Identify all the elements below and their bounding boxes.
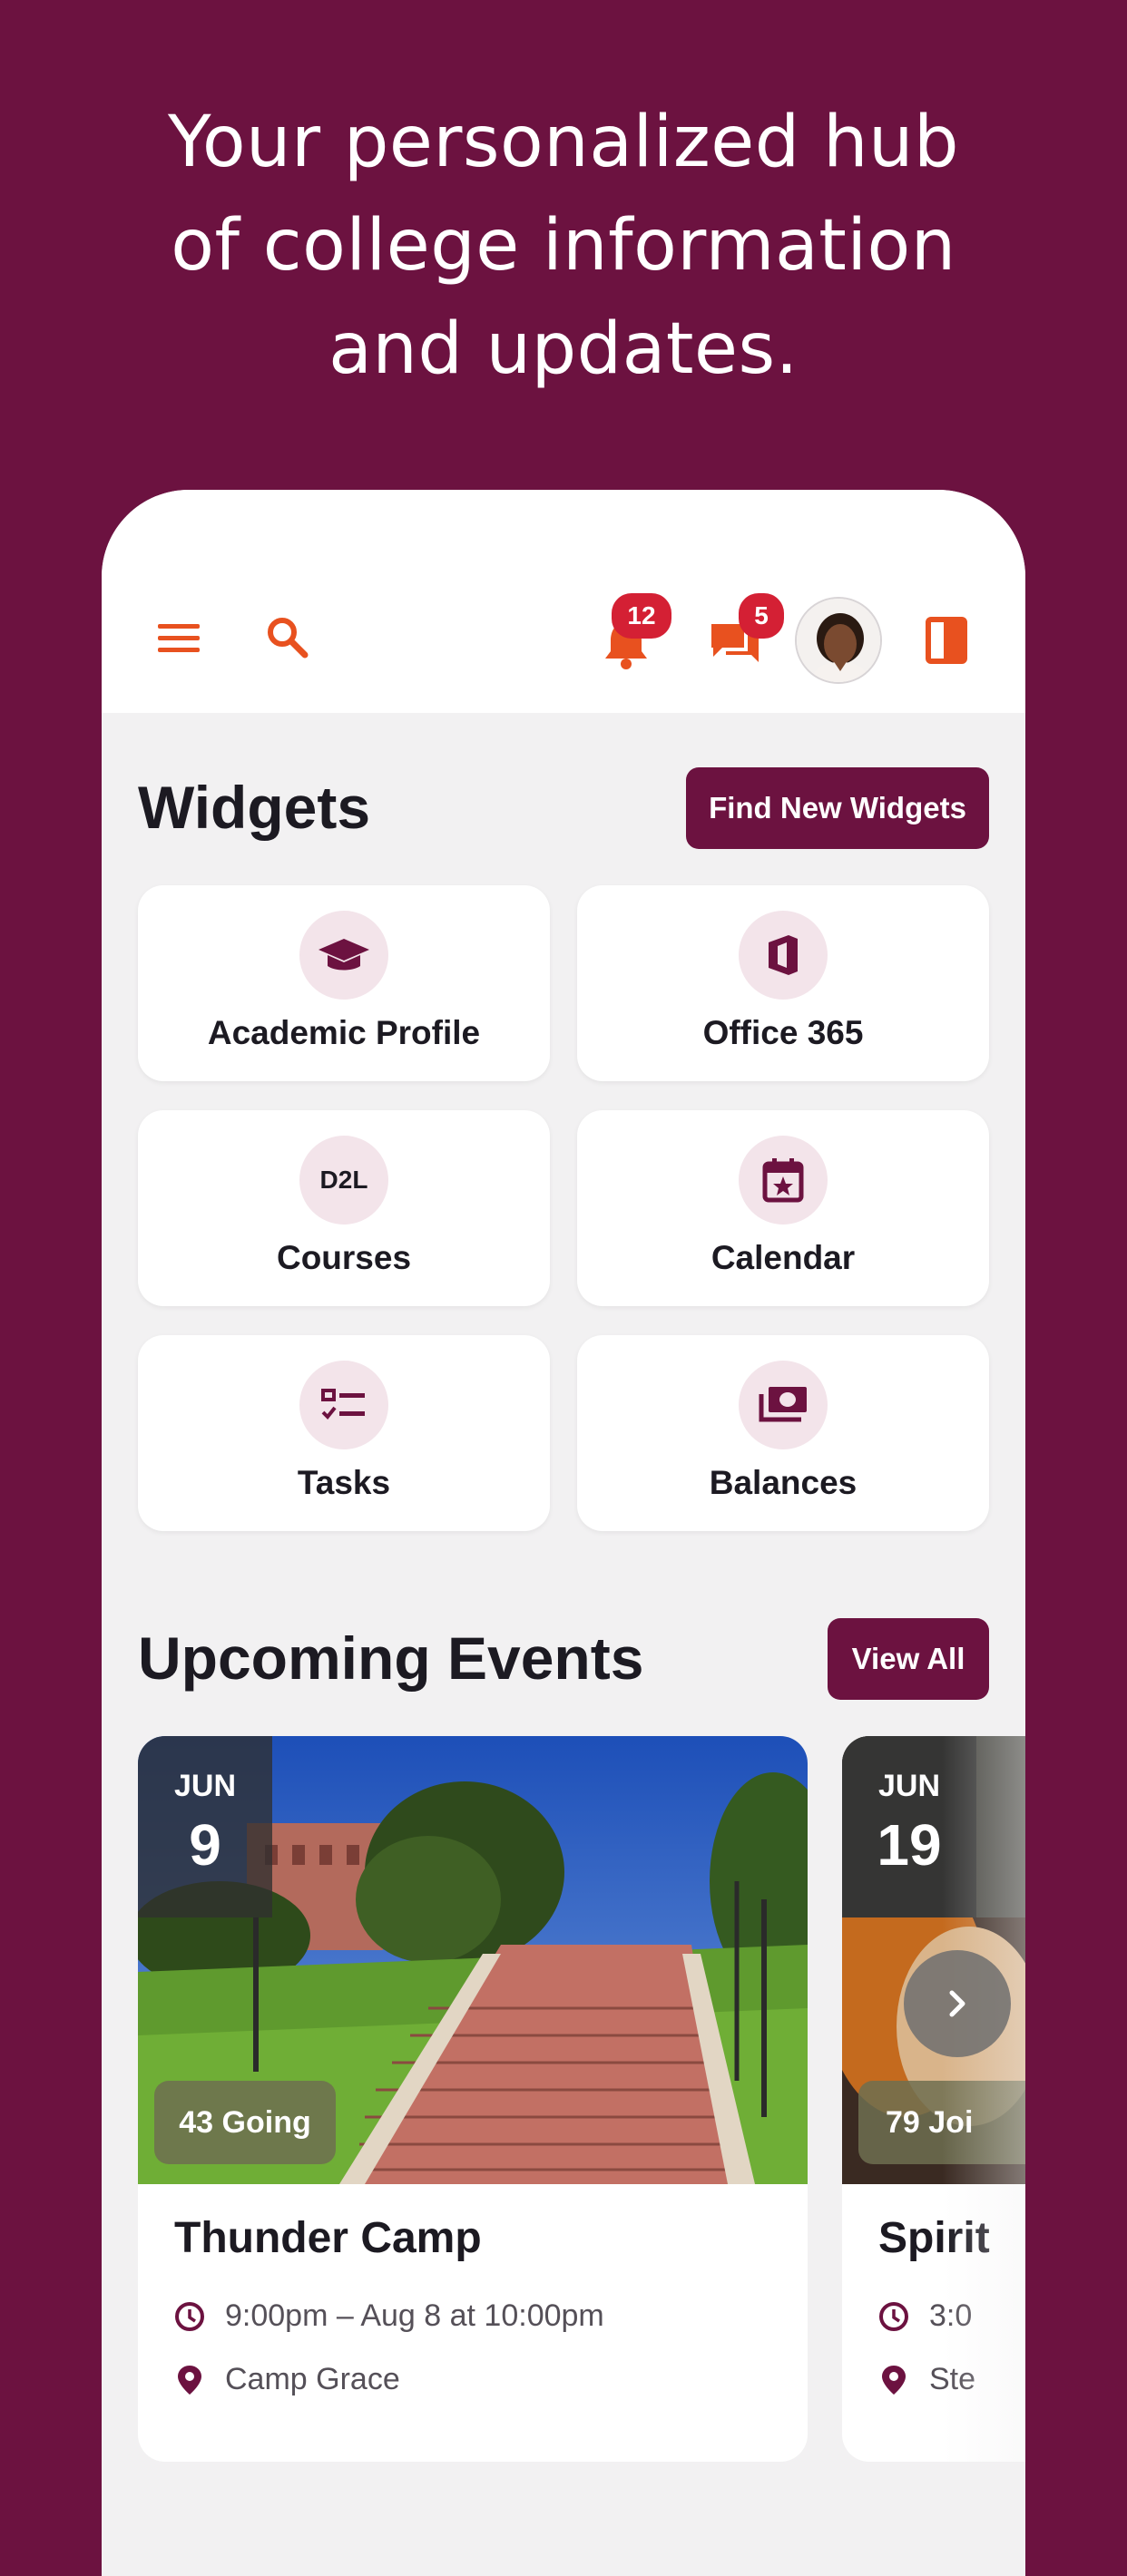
location-pin-icon [178,2365,201,2395]
widget-label: Academic Profile [207,1014,481,1051]
widget-label: Calendar [710,1239,856,1276]
widget-office-365[interactable]: Office 365 [577,885,989,1081]
event-card[interactable]: JUN 9 43 Going Thunder Camp 9:00pm – Aug… [138,1736,808,2462]
chevron-right-icon [949,1990,965,2017]
find-new-widgets-button[interactable]: Find New Widgets [686,767,989,849]
upcoming-events-title: Upcoming Events [138,1625,644,1692]
avatar[interactable] [795,597,882,684]
event-month: JUN [173,1769,237,1803]
event-card[interactable]: JUN 19 79 Joi Spirit 3:0 Ste [842,1736,1025,2462]
headline-line-2: of college information [171,205,956,287]
card-fade-overlay [942,1736,1025,2462]
carousel-next-button[interactable] [904,1950,1011,2057]
headline-line-1: Your personalized hub [168,102,959,183]
tasks-icon [299,1361,388,1449]
event-location-row: Camp Grace [174,2362,400,2397]
d2l-icon-text: D2L [319,1166,368,1194]
view-all-button[interactable]: View All [828,1618,989,1700]
top-app-bar: 12 5 [102,490,1025,713]
widget-tasks[interactable]: Tasks [138,1335,550,1531]
calendar-star-icon [739,1136,828,1225]
event-day: 9 [189,1812,221,1878]
messages-badge: 5 [739,593,784,639]
widget-courses[interactable]: D2L Courses [138,1110,550,1306]
clock-icon [175,2301,204,2331]
phone-screen: 12 5 Widgets Find New Widgets Academic P… [102,490,1025,2576]
widget-calendar[interactable]: Calendar [577,1110,989,1306]
widgets-title: Widgets [138,774,371,841]
notifications-badge: 12 [612,593,671,639]
hero-headline: Your personalized hub of college informa… [0,91,1127,401]
widget-academic-profile[interactable]: Academic Profile [138,885,550,1081]
widget-label: Tasks [297,1464,391,1501]
widget-label: Balances [709,1464,858,1501]
widget-label: Courses [276,1239,412,1276]
event-going-badge: 43 Going [154,2081,336,2164]
search-icon[interactable] [265,615,310,665]
location-pin-icon [882,2365,906,2395]
widget-label: Office 365 [702,1014,864,1051]
office-icon [739,911,828,1000]
panel-toggle-icon[interactable] [926,617,969,668]
event-time: 9:00pm – Aug 8 at 10:00pm [225,2298,604,2333]
event-title: Thunder Camp [174,2214,482,2262]
menu-icon[interactable] [158,622,201,659]
clock-icon [879,2301,908,2331]
event-location: Camp Grace [225,2362,400,2396]
money-icon [739,1361,828,1449]
widget-balances[interactable]: Balances [577,1335,989,1531]
headline-line-3: and updates. [328,308,799,390]
graduation-cap-icon [299,911,388,1000]
event-date: JUN 9 [138,1736,272,1917]
d2l-icon: D2L [299,1136,388,1225]
event-time-row: 9:00pm – Aug 8 at 10:00pm [174,2298,604,2334]
